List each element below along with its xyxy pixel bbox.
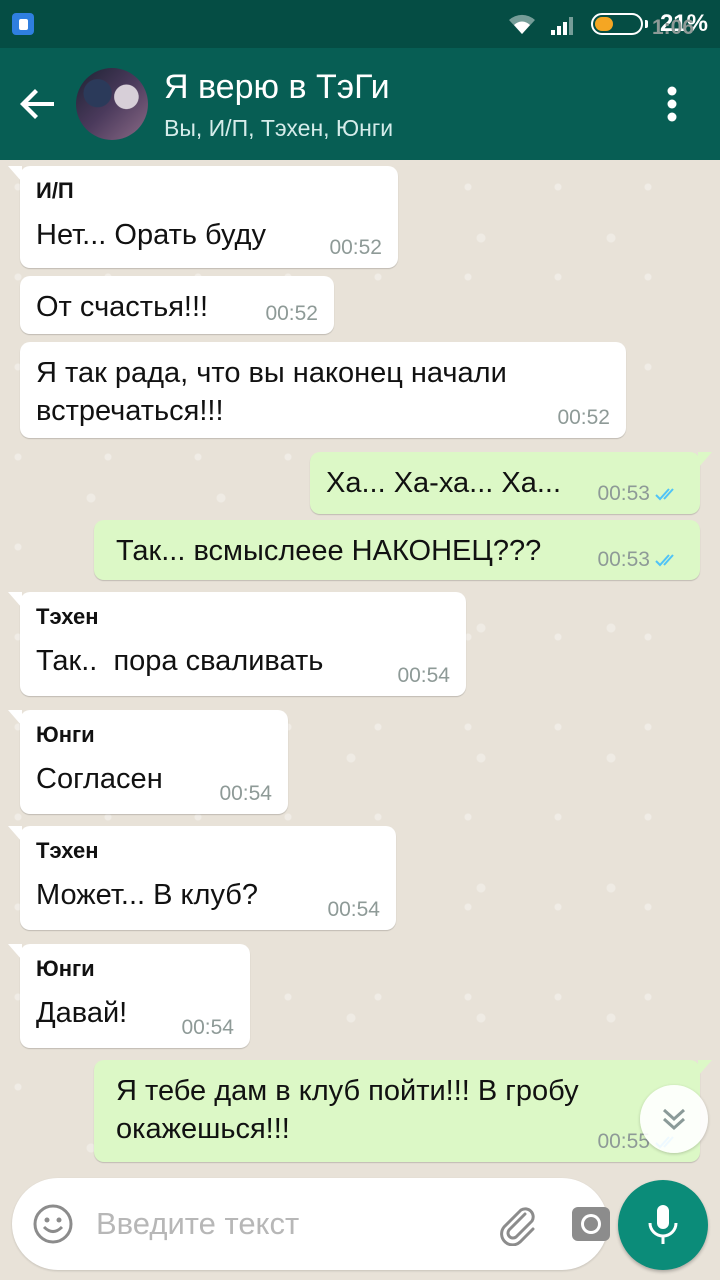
message-time: 00:53 — [597, 548, 684, 572]
message-sender: Юнги — [36, 956, 95, 981]
message-sender: Тэхен — [36, 838, 99, 863]
battery-tip — [644, 20, 648, 28]
paperclip-icon — [500, 1207, 535, 1246]
composer-bar — [0, 1170, 720, 1280]
battery-level — [594, 17, 614, 31]
arrow-left-icon — [20, 89, 54, 119]
notification-icon — [12, 13, 34, 35]
message-sender: Тэхен — [36, 604, 99, 629]
message-bubble[interactable]: Я так рада, что вы наконец начали встреч… — [20, 342, 626, 438]
message-bubble[interactable]: От счастья!!! 00:52 — [20, 276, 334, 334]
more-vert-icon — [667, 86, 677, 122]
camera-icon — [572, 1207, 610, 1241]
message-time: 00:54 — [327, 898, 380, 921]
message-text: Я так рада, что вы наконец начали встреч… — [36, 357, 507, 427]
message-list[interactable]: И/П Нет... Орать буду 00:52 От счастья!!… — [0, 160, 720, 1170]
message-bubble[interactable]: Так... всмыслеее НАКОНЕЦ??? 00:53 — [94, 520, 700, 580]
message-bubble[interactable]: Ха... Ха-ха... Ха... 00:53 — [310, 452, 712, 514]
overflow-menu-button[interactable] — [624, 48, 720, 160]
emoji-icon — [33, 1204, 73, 1244]
message-time: 00:54 — [219, 782, 272, 805]
message-bubble[interactable]: Я тебе дам в клуб пойти!!! В гробу окаже… — [94, 1060, 712, 1162]
voice-message-button[interactable] — [618, 1180, 708, 1270]
message-time: 00:52 — [265, 302, 318, 325]
message-time: 00:54 — [181, 1016, 234, 1039]
status-bar: 1:06 21% — [0, 0, 720, 48]
message-text: Так.. пора сваливать — [36, 645, 324, 677]
emoji-button[interactable] — [32, 1200, 74, 1248]
message-text: Я тебе дам в клуб пойти!!! В гробу окаже… — [116, 1075, 579, 1145]
message-bubble[interactable]: Юнги Согласен 00:54 — [8, 710, 288, 814]
message-bubble[interactable]: Тэхен Так.. пора сваливать 00:54 — [8, 592, 466, 696]
double-chevron-down-icon — [662, 1108, 686, 1131]
composer-field — [12, 1178, 610, 1270]
chat-title-block[interactable]: Я верю в ТэГи Вы, И/П, Тэхен, Юнги — [164, 67, 624, 142]
mic-icon — [648, 1205, 678, 1244]
chat-title: Я верю в ТэГи — [164, 67, 390, 106]
camera-button[interactable] — [569, 1200, 613, 1248]
message-bubble[interactable]: Юнги Давай! 00:54 — [8, 944, 250, 1048]
message-sender: И/П — [36, 178, 74, 203]
double-check-icon — [655, 554, 674, 567]
wifi-icon — [508, 14, 535, 34]
double-check-icon — [655, 488, 674, 501]
scroll-to-bottom-button[interactable] — [640, 1085, 708, 1153]
message-time: 00:52 — [329, 236, 382, 259]
signal-icon — [550, 17, 573, 35]
message-input[interactable] — [96, 1206, 495, 1242]
message-sender: Юнги — [36, 722, 95, 747]
message-time: 00:52 — [557, 406, 610, 429]
message-bubble[interactable]: Тэхен Может... В клуб? 00:54 — [8, 826, 396, 930]
back-button[interactable] — [0, 48, 76, 160]
attach-button[interactable] — [495, 1200, 539, 1248]
chat-header: Я верю в ТэГи Вы, И/П, Тэхен, Юнги — [0, 48, 720, 160]
message-time: 00:54 — [397, 664, 450, 687]
message-bubble[interactable]: И/П Нет... Орать буду 00:52 — [8, 166, 398, 268]
battery-icon — [590, 13, 643, 35]
message-time: 00:53 — [597, 482, 684, 506]
status-time: 1:06 — [651, 16, 694, 39]
group-avatar[interactable] — [76, 68, 148, 140]
chat-participants: Вы, И/П, Тэхен, Юнги — [164, 114, 394, 141]
